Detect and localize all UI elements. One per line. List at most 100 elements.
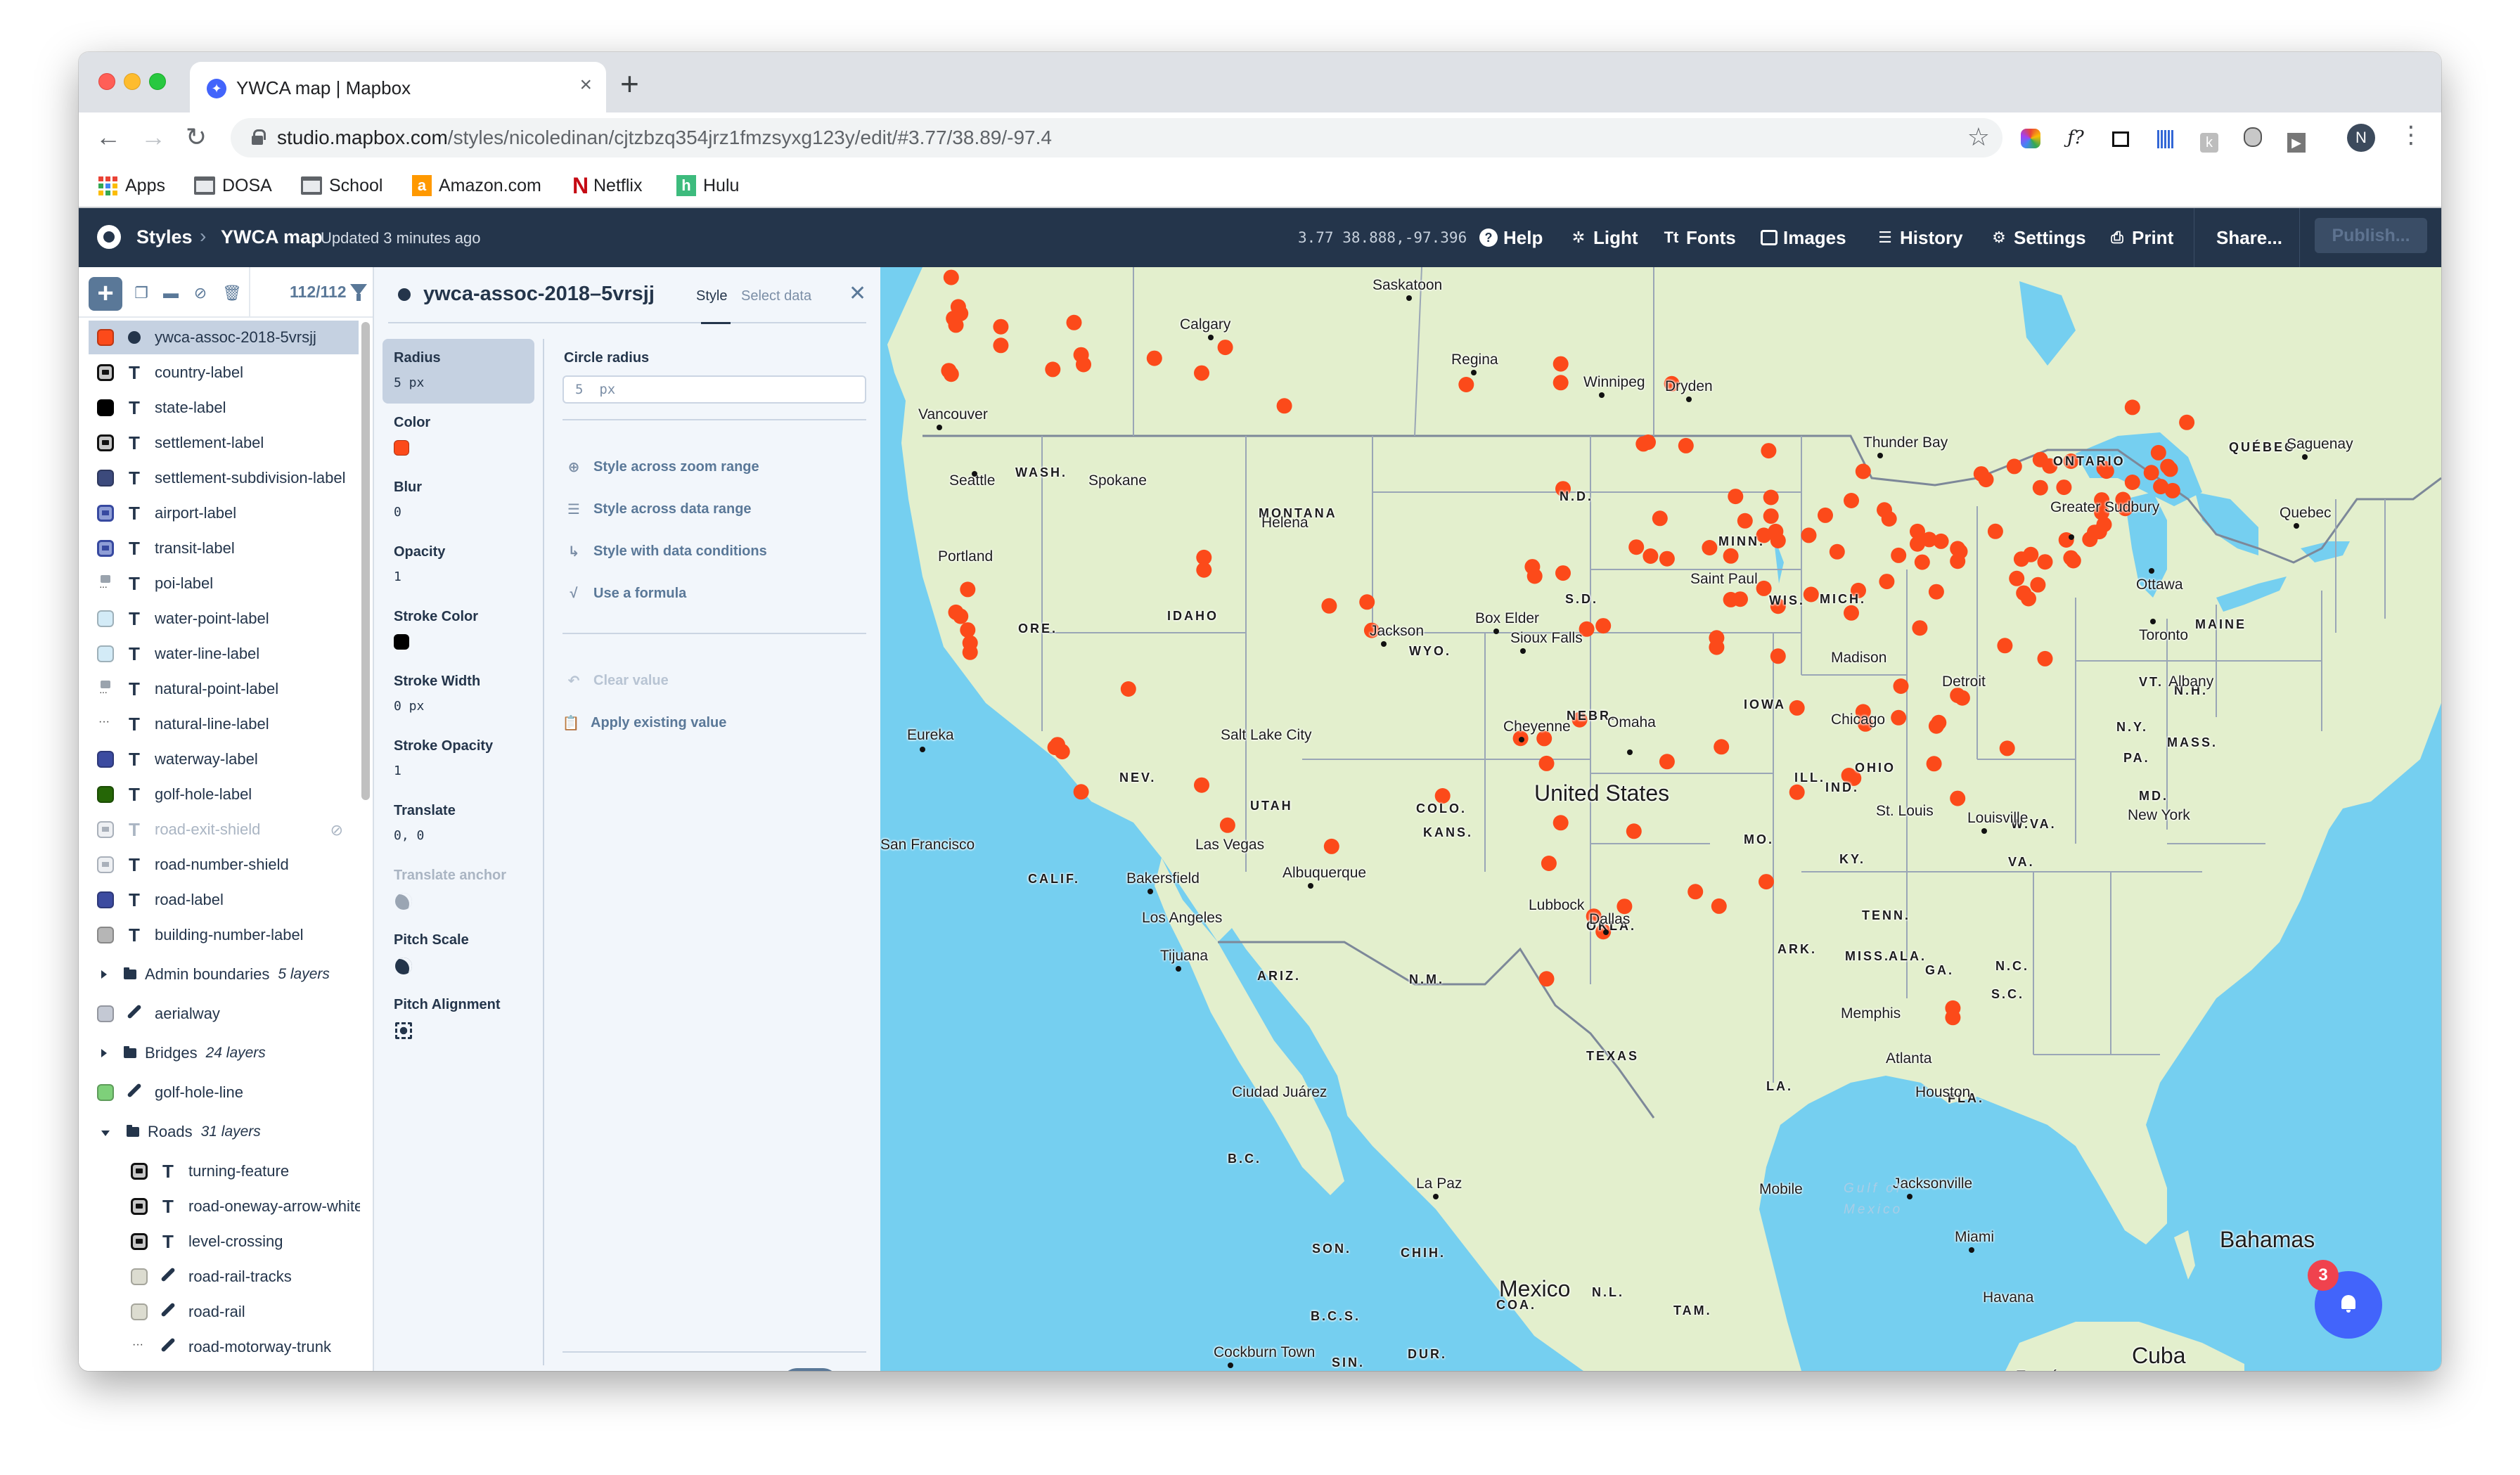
ywca-location-point[interactable] (1723, 548, 1739, 564)
ywca-location-point[interactable] (2098, 463, 2114, 479)
style-across-data-range-button[interactable]: ☰ Style across data range (565, 498, 752, 520)
property-radius[interactable]: Radius 5 px (382, 339, 534, 404)
ywca-location-point[interactable] (960, 581, 976, 598)
ywca-location-point[interactable] (1761, 443, 1777, 459)
layer-count[interactable]: 112/112 (290, 283, 347, 302)
bookmark-dosa[interactable]: DOSA (194, 174, 272, 197)
ywca-location-point[interactable] (1851, 582, 1866, 598)
ywca-location-point[interactable] (1552, 815, 1569, 831)
ywca-location-point[interactable] (1536, 730, 1552, 747)
caret-down-icon[interactable] (101, 1131, 110, 1136)
minimize-window-button[interactable] (124, 73, 141, 90)
ywca-location-point[interactable] (960, 622, 976, 638)
ywca-location-point[interactable] (2065, 553, 2081, 569)
browser-tab[interactable]: ✦ YWCA map | Mapbox × (190, 62, 606, 112)
new-tab-button[interactable]: + (620, 65, 639, 103)
add-layer-button[interactable]: + (89, 277, 122, 311)
ywca-location-point[interactable] (1196, 562, 1212, 578)
ywca-location-point[interactable] (1789, 700, 1805, 716)
ywca-location-point[interactable] (1997, 638, 2013, 654)
ywca-location-point[interactable] (1579, 621, 1595, 637)
ywca-location-point[interactable] (1950, 790, 1966, 806)
ywca-location-point[interactable] (1076, 356, 1091, 373)
ywca-location-point[interactable] (2037, 554, 2053, 570)
style-across-zoom-range-button[interactable]: ⊕ Style across zoom range (565, 456, 759, 478)
ywca-location-point[interactable] (1858, 716, 1874, 732)
ywca-location-point[interactable] (1770, 598, 1786, 614)
ywca-location-point[interactable] (1045, 361, 1061, 378)
ywca-location-point[interactable] (1652, 510, 1668, 527)
print-button[interactable]: ⎙ Print (2108, 224, 2173, 252)
reload-button[interactable]: ↻ (186, 122, 207, 152)
ywca-location-point[interactable] (1640, 434, 1656, 450)
ywca-location-point[interactable] (2124, 399, 2140, 416)
layer-item[interactable]: Twater-point-label (89, 602, 359, 636)
layer-item[interactable]: Tturning-feature (122, 1154, 359, 1188)
ywca-location-point[interactable] (2042, 458, 2058, 474)
layer-item[interactable]: aerialway (89, 997, 359, 1031)
layer-item[interactable]: Troad-number-shield (89, 848, 359, 882)
property-stroke-color[interactable]: Stroke Color (382, 598, 534, 662)
ywca-location-point[interactable] (1829, 543, 1845, 560)
map-canvas[interactable]: 3 United States Mexico Cuba Bahamas WASH. ORE… (880, 267, 2441, 1371)
ywca-location-point[interactable] (2082, 532, 2098, 548)
ywca-location-point[interactable] (1146, 350, 1162, 366)
layer-item[interactable]: Troad-exit-shield ⊘ (89, 813, 359, 846)
breadcrumb-styles[interactable]: Styles (136, 226, 193, 248)
ywca-location-point[interactable] (1759, 874, 1774, 890)
tab-close-icon[interactable]: × (579, 73, 592, 97)
ywca-location-point[interactable] (1526, 568, 1543, 584)
style-name[interactable]: YWCA map (221, 226, 323, 248)
share-button[interactable]: Share... (2216, 224, 2282, 252)
ywca-location-point[interactable] (1803, 586, 1819, 603)
ywca-location-point[interactable] (1321, 598, 1337, 614)
ywca-location-point[interactable] (1688, 884, 1704, 900)
ywca-location-point[interactable] (1931, 714, 1947, 730)
close-window-button[interactable] (98, 73, 115, 90)
filter-icon[interactable] (350, 284, 367, 301)
layer-item[interactable]: Ttransit-label (89, 532, 359, 565)
ywca-location-point[interactable] (2150, 444, 2166, 460)
ywca-location-point[interactable] (1978, 472, 1994, 488)
light-button[interactable]: ✲ Light (1569, 224, 1638, 252)
ywca-location-point[interactable] (1891, 709, 1907, 726)
layer-group[interactable]: Admin boundaries 5 layers (89, 958, 359, 991)
help-button[interactable]: ? Help (1479, 224, 1543, 252)
ywca-location-point[interactable] (1066, 314, 1082, 330)
ywca-location-point[interactable] (1595, 618, 1612, 634)
style-with-data-conditions-button[interactable]: ↳ Style with data conditions (565, 540, 767, 562)
ywca-location-point[interactable] (2179, 414, 2195, 430)
ywca-location-point[interactable] (1770, 533, 1786, 548)
layer-item[interactable]: Tsettlement-subdivision-label (89, 461, 359, 495)
ywca-location-point[interactable] (1954, 690, 1970, 706)
ywca-location-point[interactable] (1359, 594, 1375, 610)
ywca-location-point[interactable] (2056, 479, 2072, 496)
circle-radius-input[interactable]: 5 px (562, 375, 866, 404)
ywca-location-point[interactable] (1933, 533, 1949, 549)
images-button[interactable]: Images (1761, 224, 1846, 252)
ywca-location-point[interactable] (1914, 554, 1930, 570)
font-finder-icon[interactable]: ƒ? (2063, 124, 2088, 152)
url-text[interactable]: studio.mapbox.com/styles/nicoledinan/cjt… (277, 127, 1052, 149)
layer-item[interactable]: Tsettlement-label (89, 426, 359, 460)
ywca-location-point[interactable] (1987, 523, 2003, 539)
layers-scrollbar[interactable] (361, 322, 370, 800)
ywca-location-point[interactable] (1586, 908, 1602, 925)
ywca-location-point[interactable] (1893, 678, 1909, 694)
ywca-location-point[interactable] (1737, 513, 1753, 529)
ywca-location-point[interactable] (1999, 740, 2015, 756)
history-button[interactable]: ☰ History (1876, 224, 1962, 252)
layer-item[interactable]: Tairport-label (89, 496, 359, 530)
qr-icon[interactable] (2153, 124, 2178, 152)
layer-item[interactable]: Tnatural-point-label (89, 672, 359, 706)
ywca-location-point[interactable] (1434, 788, 1451, 804)
ywca-location-point[interactable] (1194, 365, 1209, 381)
ywca-location-point[interactable] (1728, 489, 1744, 505)
layer-item[interactable]: road-rail (122, 1295, 359, 1329)
layer-item[interactable]: Troad-label (89, 883, 359, 917)
layer-item[interactable]: Tcountry-label (89, 356, 359, 389)
ywca-location-point[interactable] (1219, 817, 1235, 833)
ywca-location-point[interactable] (2037, 650, 2053, 666)
color-picker-icon[interactable] (2018, 124, 2043, 152)
ywca-location-point[interactable] (2009, 570, 2025, 586)
